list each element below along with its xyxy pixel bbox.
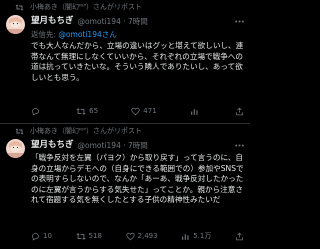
repost-text: 小梅あき（闇幻ᴿᴵᴾ）さんがリポスト bbox=[30, 3, 143, 11]
repost-text: 小梅あき（闇幻ᴿᴵᴾ）さんがリポスト bbox=[30, 127, 143, 135]
like-button[interactable]: 471 bbox=[131, 107, 157, 116]
repost-context: 小梅あき（闇幻ᴿᴵᴾ）さんがリポスト bbox=[10, 3, 142, 12]
post-header: 望月もちぎ @omoti194 · 7時間 bbox=[31, 140, 244, 151]
handle-time[interactable]: @omoti194 · 7時間 bbox=[78, 16, 148, 27]
views-button[interactable]: 5.1万 bbox=[181, 231, 211, 241]
avatar[interactable] bbox=[6, 15, 25, 34]
repost-count: 518 bbox=[88, 232, 102, 240]
like-count: 471 bbox=[143, 107, 157, 115]
more-icon[interactable] bbox=[234, 17, 244, 25]
reply-icon bbox=[31, 232, 40, 241]
share-button[interactable] bbox=[235, 232, 244, 241]
share-button[interactable] bbox=[235, 107, 244, 116]
reply-button[interactable]: 10 bbox=[31, 232, 52, 241]
reply-button[interactable] bbox=[31, 107, 43, 116]
heart-icon bbox=[125, 232, 135, 241]
repost-icon bbox=[76, 107, 86, 116]
repost-icon bbox=[10, 128, 24, 135]
views-icon bbox=[181, 232, 190, 241]
post-body: でも大人なんだから、立場の違いはグッと堪えて欲しいし、連帯なんて無理にしなくてい… bbox=[31, 41, 244, 82]
views-button[interactable] bbox=[190, 107, 202, 116]
reply-mention[interactable]: @omoti194さん bbox=[58, 30, 116, 39]
views-icon bbox=[190, 107, 199, 116]
handle-time[interactable]: @omoti194 · 7時間 bbox=[78, 140, 148, 151]
repost-button[interactable]: 65 bbox=[76, 107, 98, 116]
avatar[interactable] bbox=[6, 139, 25, 158]
repost-icon bbox=[10, 4, 24, 11]
post-2[interactable]: 小梅あき（闇幻ᴿᴵᴾ）さんがリポスト 望月もちぎ @omoti194 · 7時間… bbox=[0, 124, 250, 249]
share-icon bbox=[235, 232, 244, 241]
reply-count: 10 bbox=[43, 232, 52, 240]
repost-context: 小梅あき（闇幻ᴿᴵᴾ）さんがリポスト bbox=[10, 127, 142, 136]
reply-to: 返信先: @omoti194さん bbox=[31, 30, 117, 40]
reply-icon bbox=[31, 107, 40, 116]
like-button[interactable]: 2,493 bbox=[125, 232, 158, 241]
views-count: 5.1万 bbox=[193, 232, 212, 240]
repost-icon bbox=[75, 232, 86, 241]
like-count: 2,493 bbox=[137, 232, 158, 240]
repost-count: 65 bbox=[89, 107, 99, 115]
display-name[interactable]: 望月もちぎ bbox=[31, 16, 74, 27]
reply-prefix: 返信先: bbox=[31, 30, 57, 39]
action-bar: 10 518 2,493 5.1万 bbox=[31, 230, 244, 242]
post-header: 望月もちぎ @omoti194 · 7時間 bbox=[31, 16, 244, 27]
more-icon[interactable] bbox=[234, 141, 244, 149]
heart-icon bbox=[131, 107, 140, 116]
post-1[interactable]: 小梅あき（闇幻ᴿᴵᴾ）さんがリポスト 望月もちぎ @omoti194 · 7時間… bbox=[0, 0, 250, 124]
action-bar: 65 471 bbox=[31, 105, 244, 117]
repost-button[interactable]: 518 bbox=[75, 232, 102, 241]
share-icon bbox=[235, 107, 244, 116]
display-name[interactable]: 望月もちぎ bbox=[31, 140, 74, 151]
post-body: 「戦争反対を左翼（パヨク）から取り戻す」って言うのに、自身の立場からデモへの（自… bbox=[31, 153, 244, 204]
